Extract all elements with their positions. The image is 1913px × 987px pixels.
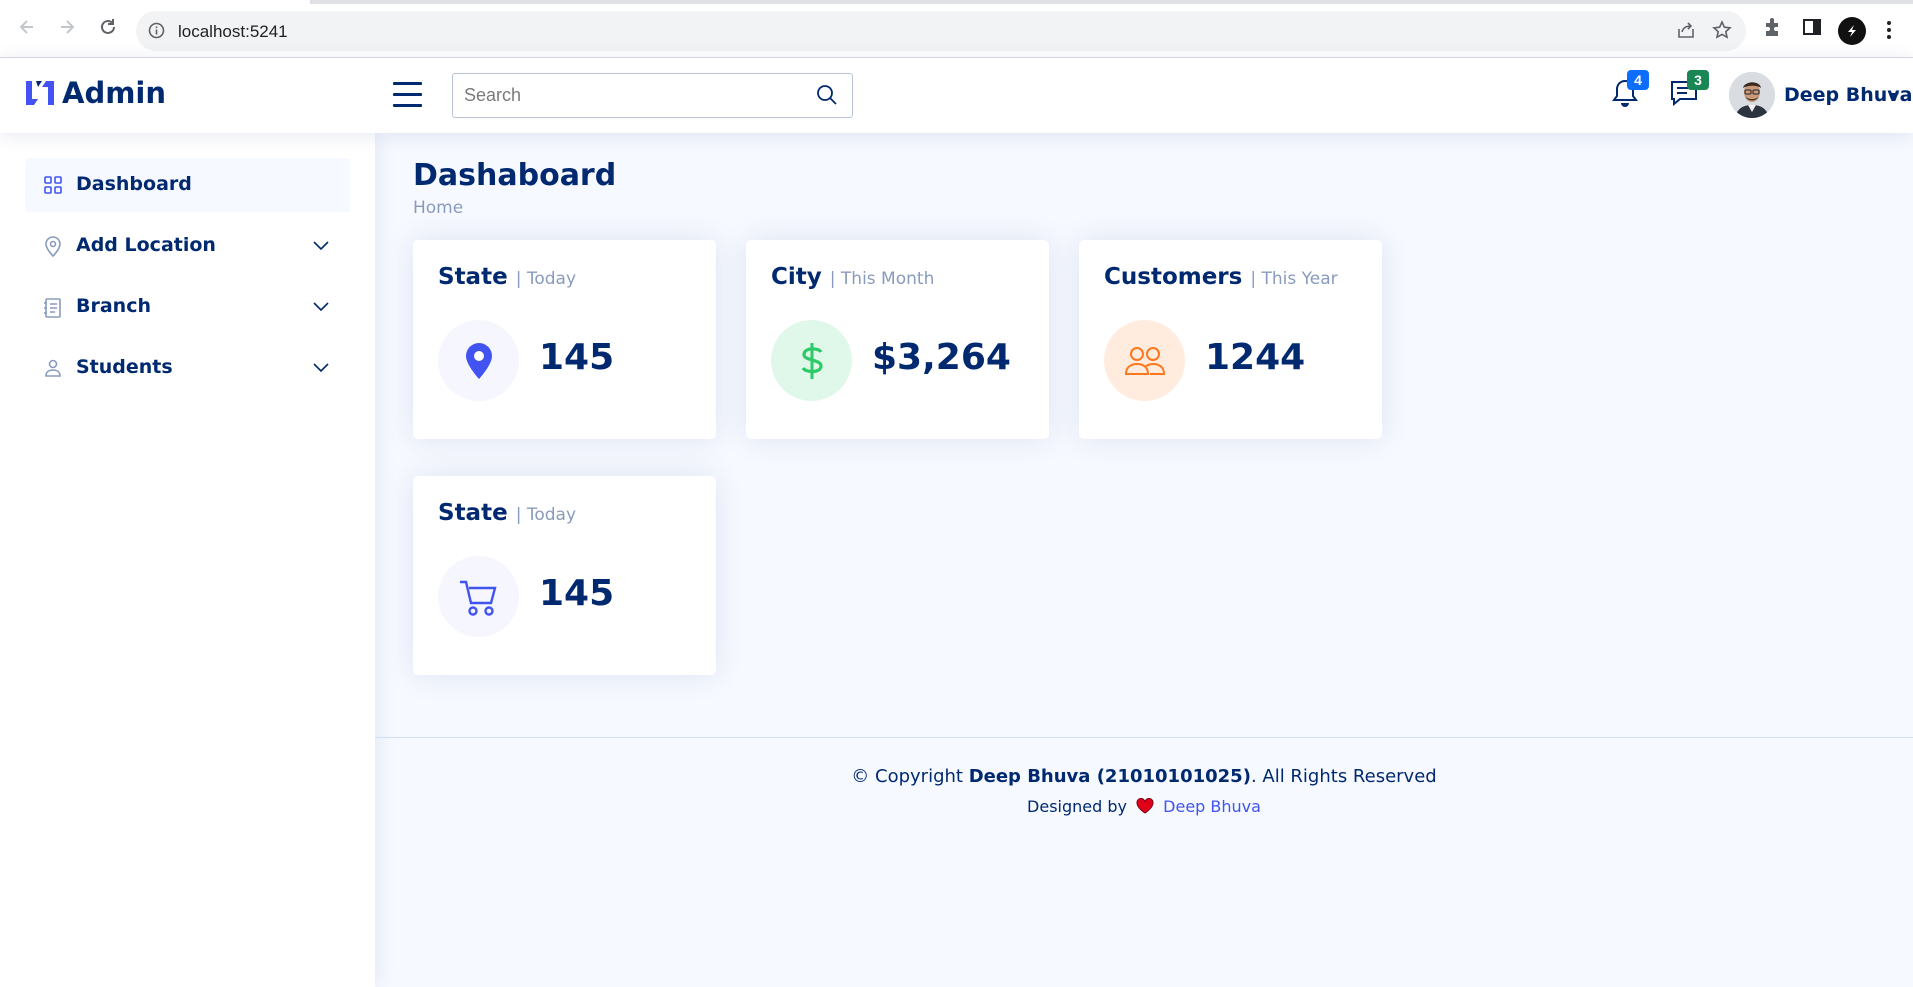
reload-icon[interactable] (95, 14, 121, 40)
notifications-button[interactable]: 4 (1611, 70, 1649, 113)
designer-link[interactable]: Deep Bhuva (1163, 797, 1261, 816)
card-value: 1244 (1205, 337, 1306, 378)
people-icon (1104, 320, 1185, 401)
extensions-icon[interactable] (1762, 17, 1782, 44)
brand-logo[interactable]: Admin (24, 76, 166, 110)
search-icon[interactable] (816, 84, 838, 111)
search-input[interactable] (453, 74, 793, 117)
chevron-down-icon[interactable] (312, 299, 330, 317)
sidebar-item-label: Students (76, 356, 173, 378)
url-text: localhost:5241 (178, 22, 288, 41)
copyright-suffix: . All Rights Reserved (1250, 766, 1437, 787)
person-icon (43, 358, 63, 383)
copyright: © Copyright Deep Bhuva (21010101025). Al… (375, 766, 1913, 787)
copyright-prefix: © Copyright (851, 766, 969, 787)
footer: © Copyright Deep Bhuva (21010101025). Al… (375, 737, 1913, 987)
star-icon[interactable] (1712, 20, 1732, 45)
card-title: City | This Month (771, 264, 934, 290)
heart-icon (1136, 798, 1154, 818)
chevron-down-icon[interactable] (1889, 93, 1899, 99)
messages-button[interactable]: 3 (1669, 70, 1709, 113)
sidebar-item-add-location[interactable]: Add Location (25, 219, 350, 273)
card-value: 145 (539, 337, 615, 378)
cart-icon (438, 556, 519, 637)
side-panel-icon[interactable] (1802, 17, 1822, 42)
card-title: State | Today (438, 264, 576, 290)
sidebar-item-dashboard[interactable]: Dashboard (25, 158, 350, 212)
sidebar-item-label: Branch (76, 295, 151, 317)
breadcrumb: Home (413, 198, 463, 218)
card-period: | Today (515, 505, 576, 525)
tab-strip-edge (310, 0, 1913, 4)
copyright-name: Deep Bhuva (21010101025) (968, 766, 1251, 787)
messages-badge: 3 (1687, 70, 1709, 90)
card-title-text: State (438, 500, 508, 526)
location-pin-icon (43, 236, 63, 263)
forward-icon[interactable] (54, 14, 80, 40)
logo-icon (26, 81, 54, 105)
sidebar-item-label: Dashboard (76, 173, 192, 195)
chevron-down-icon[interactable] (312, 360, 330, 378)
brand-name: Admin (62, 76, 167, 110)
card-title: Customers | This Year (1104, 264, 1338, 290)
back-icon[interactable] (14, 14, 40, 40)
avatar[interactable] (1729, 72, 1775, 118)
stat-card-city: City | This Month $3,264 (746, 240, 1049, 439)
breadcrumb-home[interactable]: Home (413, 198, 463, 218)
sidebar-item-label: Add Location (76, 234, 216, 256)
card-title: State | Today (438, 500, 576, 526)
share-icon[interactable] (1676, 20, 1696, 45)
card-period: | Today (515, 269, 576, 289)
info-icon[interactable] (148, 22, 165, 44)
card-period: | This Year (1250, 269, 1338, 289)
stat-card-state: State | Today 145 (413, 240, 716, 439)
notifications-badge: 4 (1627, 70, 1649, 90)
card-title-text: Customers (1104, 264, 1243, 290)
card-value: $3,264 (872, 337, 1011, 378)
stat-card-customers: Customers | This Year 1244 (1079, 240, 1382, 439)
menu-kebab-icon[interactable] (1886, 20, 1892, 45)
grid-icon (43, 175, 63, 200)
journal-icon (43, 297, 63, 324)
menu-toggle-icon[interactable] (393, 82, 423, 108)
card-period: | This Month (829, 269, 935, 289)
credits: Designed by Deep Bhuva (375, 797, 1913, 818)
sidebar-item-branch[interactable]: Branch (25, 280, 350, 334)
card-title-text: City (771, 264, 822, 290)
profile-icon[interactable] (1838, 17, 1866, 45)
stat-card-state-2: State | Today 145 (413, 476, 716, 675)
address-bar[interactable]: localhost:5241 (136, 11, 1746, 51)
sidebar-item-students[interactable]: Students (25, 341, 350, 395)
search-bar (452, 73, 853, 118)
designed-by-label: Designed by (1027, 797, 1127, 816)
dollar-icon (771, 320, 852, 401)
app-header: Admin 4 3 Deep Bhuva (0, 58, 1913, 133)
geo-pin-icon (438, 320, 519, 401)
chevron-down-icon[interactable] (312, 238, 330, 256)
sidebar: Dashboard Add Location Branch Students (0, 133, 375, 987)
card-title-text: State (438, 264, 508, 290)
browser-toolbar: localhost:5241 (0, 0, 1913, 58)
card-value: 145 (539, 573, 615, 614)
page-title: Dashaboard (413, 158, 617, 193)
